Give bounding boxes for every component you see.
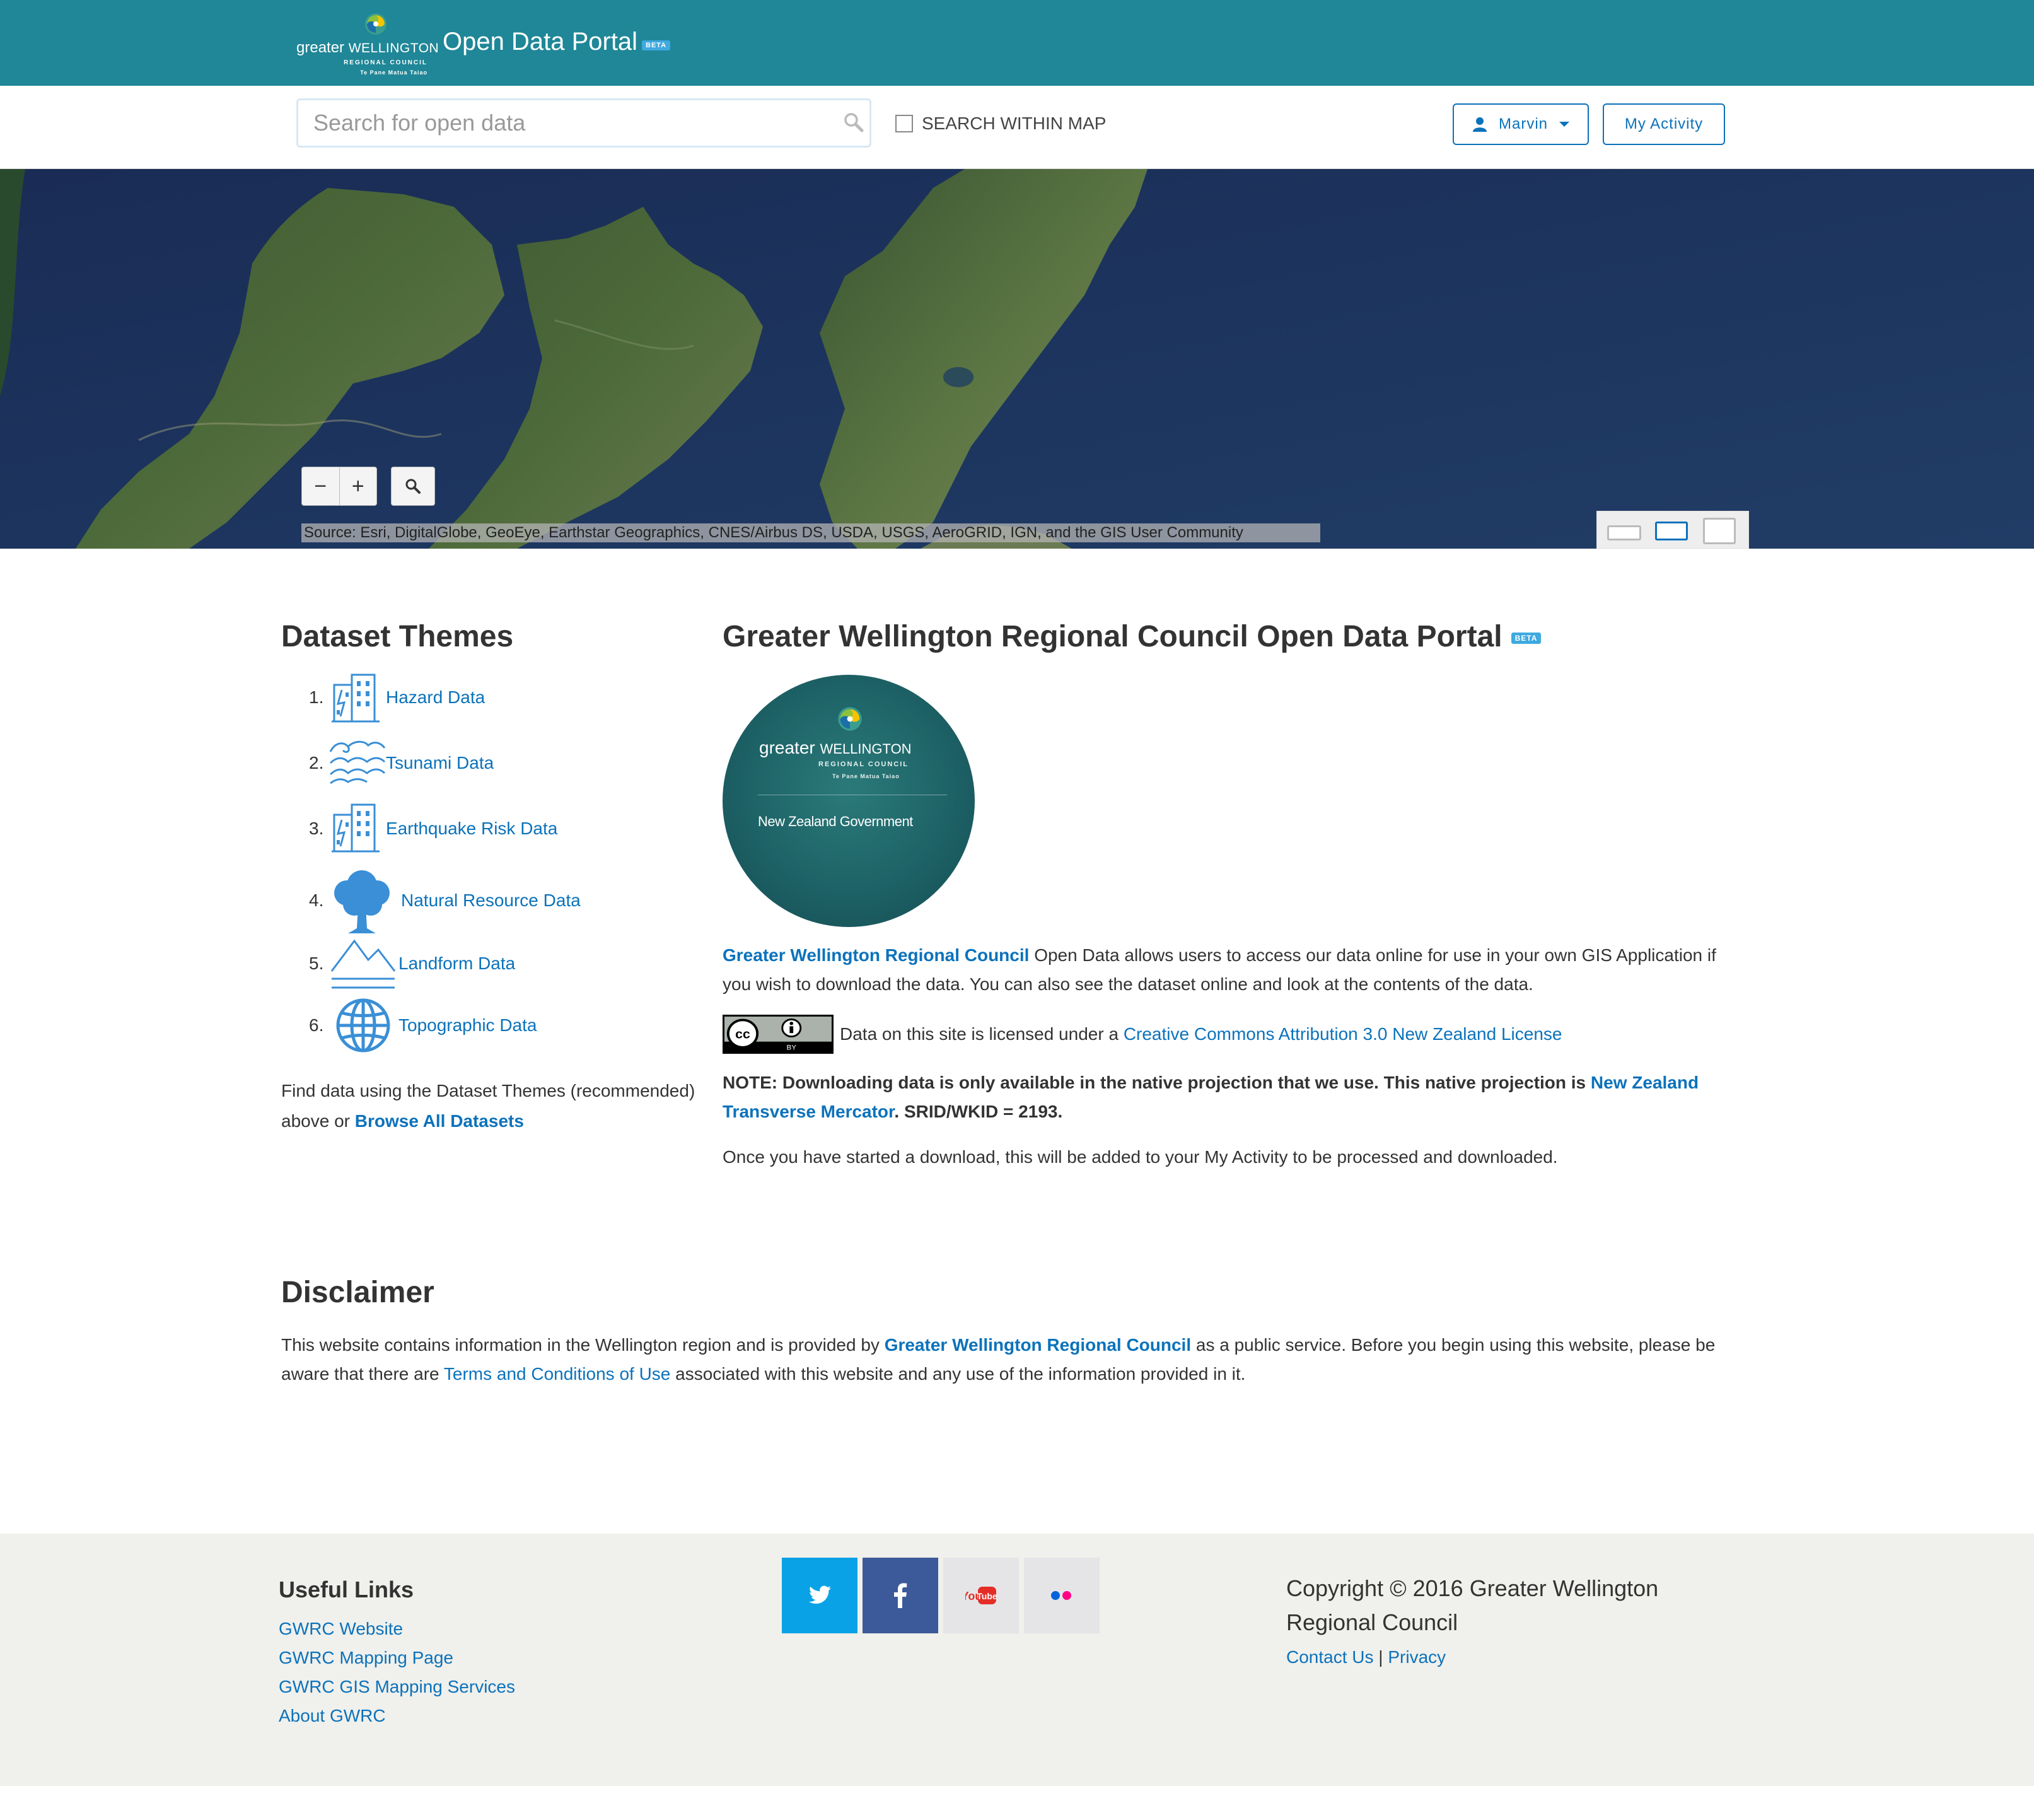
cc-license-link[interactable]: Creative Commons Attribution 3.0 New Zea… xyxy=(1124,1024,1562,1044)
theme-item-landform[interactable]: 5. Landform Data xyxy=(309,937,687,998)
map-search-button[interactable] xyxy=(391,467,435,506)
svg-text:cc: cc xyxy=(735,1027,750,1041)
beta-badge: BETA xyxy=(642,40,671,50)
terms-link[interactable]: Terms and Conditions of Use xyxy=(444,1364,671,1384)
license-row: cc BY Data on this site is licensed unde… xyxy=(723,1015,1725,1054)
search-within-map-label[interactable]: SEARCH WITHIN MAP xyxy=(922,114,1106,134)
waves-icon xyxy=(329,740,386,785)
svg-text:Tube: Tube xyxy=(977,1591,997,1601)
buildings-icon xyxy=(332,803,380,853)
user-menu-button[interactable]: Marvin xyxy=(1453,103,1589,145)
search-input[interactable] xyxy=(296,98,871,148)
globe-icon xyxy=(336,998,390,1053)
download-info-text: Once you have started a download, this w… xyxy=(723,1147,1558,1167)
logo-regional-council: REGIONAL COUNCIL xyxy=(344,59,427,66)
gwrc-link[interactable]: Greater Wellington Regional Council xyxy=(723,945,1029,965)
gwrc-logo[interactable]: greater WELLINGTON REGIONAL COUNCIL Te P… xyxy=(295,9,439,76)
footer-legal-links: Contact Us | Privacy xyxy=(1286,1647,1446,1667)
theme-link-topographic[interactable]: Topographic Data xyxy=(398,1015,537,1035)
beta-badge: BETA xyxy=(1511,633,1542,645)
useful-links-heading: Useful Links xyxy=(279,1577,414,1602)
gwrc-swirl-icon xyxy=(838,707,862,731)
zoom-controls: − + xyxy=(301,467,377,506)
satellite-map[interactable]: − + Source: Esri, DigitalGlobe, GeoEye, … xyxy=(0,169,2034,549)
privacy-link[interactable]: Privacy xyxy=(1388,1647,1446,1667)
cc-by-icon: cc BY xyxy=(724,1017,832,1052)
theme-item-tsunami[interactable]: 2. Tsunami Data xyxy=(309,738,687,798)
user-icon xyxy=(1472,117,1487,132)
emblem-wordmark: greater WELLINGTON xyxy=(759,738,912,757)
theme-item-earthquake[interactable]: 3. Earthquake Risk Data xyxy=(309,803,687,864)
map-layout-large[interactable] xyxy=(1703,518,1736,544)
site-title[interactable]: Open Data Portal BETA xyxy=(443,28,671,56)
disclaimer-text: This website contains information in the… xyxy=(281,1335,1716,1384)
theme-item-hazard[interactable]: 1. Hazard Data xyxy=(309,671,687,732)
emblem-maori-name: Te Pane Matua Taiao xyxy=(832,773,900,779)
dataset-themes-heading: Dataset Themes xyxy=(281,620,514,653)
mountains-icon xyxy=(330,939,396,989)
svg-text:BY: BY xyxy=(787,1044,797,1052)
useful-links-list: GWRC Website GWRC Mapping Page GWRC GIS … xyxy=(279,1614,515,1730)
contact-us-link[interactable]: Contact Us xyxy=(1286,1647,1374,1667)
tree-icon xyxy=(334,870,390,933)
facebook-button[interactable] xyxy=(863,1558,938,1633)
emblem-nz-government: New Zealand Government xyxy=(758,814,913,829)
footer: Useful Links GWRC Website GWRC Mapping P… xyxy=(0,1534,2034,1786)
browse-all-datasets-link[interactable]: Browse All Datasets xyxy=(355,1111,524,1131)
gwrc-link[interactable]: Greater Wellington Regional Council xyxy=(885,1335,1191,1355)
zoom-out-button[interactable]: − xyxy=(302,467,340,505)
flickr-icon xyxy=(1051,1591,1071,1600)
youtube-icon: You Tube xyxy=(965,1587,997,1604)
find-data-text: Find data using the Dataset Themes (reco… xyxy=(281,1081,695,1131)
youtube-button[interactable]: You Tube xyxy=(943,1558,1019,1633)
theme-item-topographic[interactable]: 6. Topographic Data xyxy=(309,998,687,1058)
zoom-in-button[interactable]: + xyxy=(340,467,377,505)
theme-link-hazard[interactable]: Hazard Data xyxy=(386,687,485,708)
projection-note: NOTE: Downloading data is only available… xyxy=(723,1073,1699,1121)
disclaimer-heading: Disclaimer xyxy=(281,1276,434,1309)
search-within-map-checkbox[interactable] xyxy=(895,115,913,132)
map-layout-switcher xyxy=(1596,511,1749,549)
theme-link-landform[interactable]: Landform Data xyxy=(398,954,515,974)
buildings-icon xyxy=(332,674,380,723)
gwrc-swirl-icon xyxy=(365,13,386,35)
twitter-icon xyxy=(809,1585,831,1604)
theme-item-natural-resource[interactable]: 4. Natural Resource Data xyxy=(309,868,687,933)
map-layout-small[interactable] xyxy=(1607,525,1641,540)
emblem-regional-council: REGIONAL COUNCIL xyxy=(818,761,909,768)
footer-link-mapping-page[interactable]: GWRC Mapping Page xyxy=(279,1648,453,1667)
flickr-button[interactable] xyxy=(1024,1558,1100,1633)
footer-link-about[interactable]: About GWRC xyxy=(279,1706,386,1725)
footer-link-gis-services[interactable]: GWRC GIS Mapping Services xyxy=(279,1677,515,1696)
logo-wordmark: greater WELLINGTON xyxy=(296,39,439,56)
theme-link-natural-resource[interactable]: Natural Resource Data xyxy=(401,890,581,911)
top-header-bar: greater WELLINGTON REGIONAL COUNCIL Te P… xyxy=(0,0,2034,86)
map-attribution: Source: Esri, DigitalGlobe, GeoEye, Eart… xyxy=(301,523,1320,542)
user-name: Marvin xyxy=(1498,115,1548,132)
intro-paragraph: Greater Wellington Regional Council Open… xyxy=(723,945,1716,994)
cc-by-badge[interactable]: cc BY xyxy=(723,1015,834,1054)
my-activity-button[interactable]: My Activity xyxy=(1603,103,1725,145)
theme-link-tsunami[interactable]: Tsunami Data xyxy=(386,753,494,773)
facebook-icon xyxy=(894,1583,907,1608)
map-layout-medium[interactable] xyxy=(1655,522,1688,540)
chevron-down-icon xyxy=(1559,122,1569,127)
search-icon[interactable] xyxy=(842,111,865,134)
logo-maori-name: Te Pane Matua Taiao xyxy=(360,69,427,76)
twitter-button[interactable] xyxy=(782,1558,857,1633)
theme-link-earthquake[interactable]: Earthquake Risk Data xyxy=(386,819,557,839)
gwrc-emblem-image: greater WELLINGTON REGIONAL COUNCIL Te P… xyxy=(723,675,975,927)
page-title: Greater Wellington Regional Council Open… xyxy=(723,619,1542,654)
magnifier-icon xyxy=(405,479,421,494)
footer-link-gwrc-website[interactable]: GWRC Website xyxy=(279,1619,403,1638)
copyright-text: Copyright © 2016 Greater Wellington Regi… xyxy=(1286,1575,1659,1635)
search-bar: SEARCH WITHIN MAP Marvin My Activity xyxy=(0,86,2034,169)
